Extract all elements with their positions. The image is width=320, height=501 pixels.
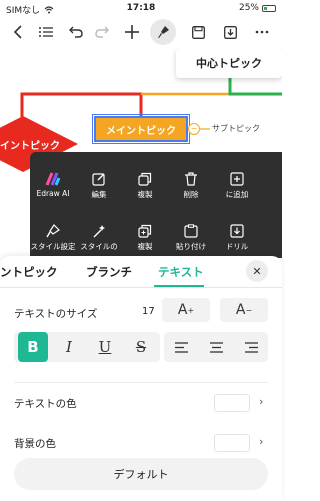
- menu-item-delete[interactable]: 削除: [168, 172, 214, 200]
- menu-item-copy[interactable]: 複製: [122, 172, 168, 200]
- context-menu: Edraw AI 編集 複製 削除 に追加 スタイル設定 スタイルの 複製 貼り…: [30, 152, 282, 258]
- text-size-value: 17: [142, 306, 155, 317]
- background-color-label: 背景の色: [14, 438, 56, 450]
- chevron-right-icon[interactable]: ›: [259, 395, 263, 408]
- format-painter-icon: [46, 224, 60, 238]
- context-menu-row: Edraw AI 編集 複製 削除 に追加: [30, 172, 282, 200]
- menu-item-paste[interactable]: 貼り付け: [168, 224, 214, 252]
- drill-icon: [230, 224, 244, 238]
- delete-icon: [185, 172, 197, 186]
- battery-percent: 25%: [238, 3, 259, 13]
- bold-button[interactable]: B: [18, 332, 48, 362]
- align-center-icon[interactable]: [199, 332, 233, 362]
- menu-item-edraw-ai[interactable]: Edraw AI: [30, 172, 76, 200]
- increase-font-button[interactable]: A +: [162, 298, 210, 322]
- strikethrough-button[interactable]: S: [126, 332, 156, 362]
- central-topic-popup[interactable]: 中心トピック: [176, 48, 282, 78]
- format-panel: ントピック ブランチ テキスト ✕ テキストのサイズ 17 A + A − B I …: [0, 256, 282, 501]
- outline-list-icon[interactable]: [34, 18, 58, 46]
- menu-item-add-to[interactable]: に追加: [214, 172, 260, 200]
- align-left-icon[interactable]: [164, 332, 198, 362]
- main-topic-node[interactable]: メイントピック: [92, 114, 190, 144]
- context-menu-row: スタイル設定 スタイルの 複製 貼り付け ドリル: [30, 224, 282, 252]
- background-color-swatch[interactable]: [214, 434, 250, 452]
- decrease-font-button[interactable]: A −: [220, 298, 268, 322]
- menu-item-drill[interactable]: ドリル: [214, 224, 260, 252]
- menu-item-style-copy[interactable]: スタイルの: [76, 224, 122, 252]
- underline-button[interactable]: U: [90, 332, 120, 362]
- left-topic-label: イントピック: [0, 141, 60, 152]
- text-color-swatch[interactable]: [214, 394, 250, 412]
- alignment-group: [164, 332, 268, 362]
- copy-icon: [138, 172, 152, 186]
- menu-item-edit[interactable]: 編集: [76, 172, 122, 200]
- chevron-right-icon[interactable]: ›: [259, 435, 263, 448]
- top-toolbar: [0, 18, 282, 46]
- edraw-ai-icon: [45, 172, 61, 186]
- panel-tabs: ントピック ブランチ テキスト ✕: [0, 256, 282, 288]
- active-tab-indicator: [154, 285, 204, 287]
- italic-button[interactable]: I: [54, 332, 84, 362]
- align-right-icon[interactable]: [234, 332, 268, 362]
- default-button[interactable]: デフォルト: [14, 458, 268, 490]
- format-brush-icon[interactable]: [150, 19, 176, 45]
- more-icon[interactable]: [250, 18, 274, 46]
- subtopic-node[interactable]: サブトピック: [212, 123, 260, 134]
- duplicate-icon: [138, 224, 152, 238]
- paste-icon: [184, 224, 198, 238]
- tab-text[interactable]: テキスト: [158, 264, 204, 280]
- save-icon[interactable]: [186, 18, 210, 46]
- export-icon[interactable]: [218, 18, 242, 46]
- redo-icon[interactable]: [90, 18, 114, 46]
- text-color-label: テキストの色: [14, 398, 77, 410]
- back-icon[interactable]: [6, 18, 30, 46]
- undo-icon[interactable]: [64, 18, 88, 46]
- status-bar: SIMなし 17:18 25%: [0, 0, 282, 16]
- edit-icon: [92, 173, 105, 186]
- text-size-label: テキストのサイズ: [14, 308, 98, 320]
- battery-icon: [262, 4, 276, 12]
- menu-item-duplicate[interactable]: 複製: [122, 224, 168, 252]
- tab-branch[interactable]: ブランチ: [86, 264, 132, 280]
- add-icon: [230, 172, 244, 186]
- magic-style-icon: [93, 225, 105, 238]
- tab-topic[interactable]: ントピック: [0, 264, 58, 280]
- close-button[interactable]: ✕: [246, 260, 268, 282]
- collapse-button[interactable]: −: [188, 123, 200, 135]
- divider: [14, 382, 268, 383]
- text-style-group: B I U S: [14, 332, 160, 362]
- add-icon[interactable]: [120, 18, 144, 46]
- menu-item-style-setting[interactable]: スタイル設定: [30, 224, 76, 252]
